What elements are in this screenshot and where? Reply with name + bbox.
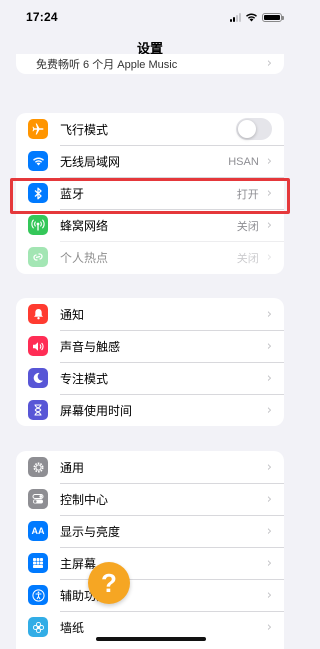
hotspot-icon bbox=[28, 247, 48, 267]
wifi-row[interactable]: 无线局域网 HSAN › bbox=[16, 145, 284, 177]
sounds-row[interactable]: 声音与触感 › bbox=[16, 330, 284, 362]
row-label: 蜂窝网络 bbox=[60, 219, 109, 233]
wifi-network-value: HSAN bbox=[228, 155, 259, 168]
chevron-right-icon: › bbox=[266, 524, 272, 539]
cellular-signal-icon bbox=[230, 12, 241, 22]
status-bar: 17:24 bbox=[0, 0, 300, 34]
bell-icon bbox=[28, 304, 48, 324]
chevron-right-icon: › bbox=[266, 250, 272, 265]
wifi-status-icon bbox=[246, 13, 257, 22]
focus-row[interactable]: 专注模式 › bbox=[16, 362, 284, 394]
text-size-icon: AA bbox=[28, 521, 48, 541]
apple-music-label: 免费畅听 6 个月 Apple Music bbox=[36, 59, 178, 71]
status-icons bbox=[230, 12, 284, 22]
chevron-right-icon: › bbox=[266, 556, 272, 571]
chevron-right-icon: › bbox=[266, 620, 272, 635]
airplane-mode-toggle[interactable] bbox=[236, 118, 272, 140]
hotspot-row[interactable]: 个人热点 关闭 › bbox=[16, 241, 284, 273]
display-brightness-row[interactable]: AA 显示与亮度 › bbox=[16, 515, 284, 547]
status-time: 17:24 bbox=[26, 10, 58, 24]
antenna-icon bbox=[28, 215, 48, 235]
chevron-right-icon: › bbox=[266, 403, 272, 418]
speaker-icon bbox=[28, 336, 48, 356]
row-label: 通知 bbox=[60, 307, 85, 322]
flower-icon bbox=[28, 617, 48, 637]
notifications-row[interactable]: 通知 › bbox=[16, 298, 284, 330]
cellular-value: 关闭 bbox=[236, 220, 259, 233]
row-label: 主屏幕 bbox=[60, 557, 97, 571]
switches-icon bbox=[28, 489, 48, 509]
row-label: 个人热点 bbox=[60, 251, 109, 265]
general-group: 通用 › 控制中心 › AA 显示与亮度 › 主屏幕 › 辅助功能 › 墙纸 › bbox=[16, 451, 284, 649]
row-label: 墙纸 bbox=[60, 621, 85, 635]
home-screen-row[interactable]: 主屏幕 › bbox=[16, 547, 284, 579]
help-badge[interactable]: ? bbox=[88, 562, 130, 604]
cellular-highlight-box bbox=[10, 178, 290, 214]
general-row[interactable]: 通用 › bbox=[16, 451, 284, 483]
moon-icon bbox=[28, 368, 48, 388]
home-indicator[interactable] bbox=[96, 637, 206, 641]
chevron-right-icon: › bbox=[266, 56, 272, 71]
grid-icon bbox=[28, 553, 48, 573]
chevron-right-icon: › bbox=[266, 459, 272, 475]
chevron-right-icon: › bbox=[266, 218, 272, 233]
accessibility-icon bbox=[28, 585, 48, 605]
wifi-icon bbox=[28, 151, 48, 171]
chevron-right-icon: › bbox=[266, 588, 272, 603]
row-label: 显示与亮度 bbox=[60, 525, 121, 539]
chevron-right-icon: › bbox=[266, 371, 272, 386]
airplane-mode-row[interactable]: 飞行模式 bbox=[16, 113, 284, 145]
row-label: 控制中心 bbox=[60, 493, 109, 507]
battery-icon bbox=[262, 12, 284, 22]
chevron-right-icon: › bbox=[266, 492, 272, 507]
control-center-row[interactable]: 控制中心 › bbox=[16, 483, 284, 515]
row-label: 屏幕使用时间 bbox=[60, 404, 133, 418]
row-label: 声音与触感 bbox=[60, 340, 121, 354]
chevron-right-icon: › bbox=[266, 154, 272, 169]
row-label: 专注模式 bbox=[60, 372, 109, 386]
hotspot-value: 关闭 bbox=[236, 252, 259, 265]
airplane-icon bbox=[28, 119, 48, 139]
accessibility-row[interactable]: 辅助功能 › bbox=[16, 579, 284, 611]
chevron-right-icon: › bbox=[266, 306, 272, 322]
apple-music-row[interactable]: 免费畅听 6 个月 Apple Music › bbox=[16, 54, 284, 74]
chevron-right-icon: › bbox=[266, 339, 272, 354]
hourglass-icon bbox=[28, 400, 48, 420]
row-label: 飞行模式 bbox=[60, 122, 109, 137]
screen-time-row[interactable]: 屏幕使用时间 › bbox=[16, 394, 284, 426]
row-label: 通用 bbox=[60, 460, 85, 475]
row-label: 无线局域网 bbox=[60, 155, 121, 169]
gear-icon bbox=[28, 457, 48, 477]
notifications-group: 通知 › 声音与触感 › 专注模式 › 屏幕使用时间 › bbox=[16, 298, 284, 426]
apple-music-group: 免费畅听 6 个月 Apple Music › bbox=[16, 54, 284, 74]
